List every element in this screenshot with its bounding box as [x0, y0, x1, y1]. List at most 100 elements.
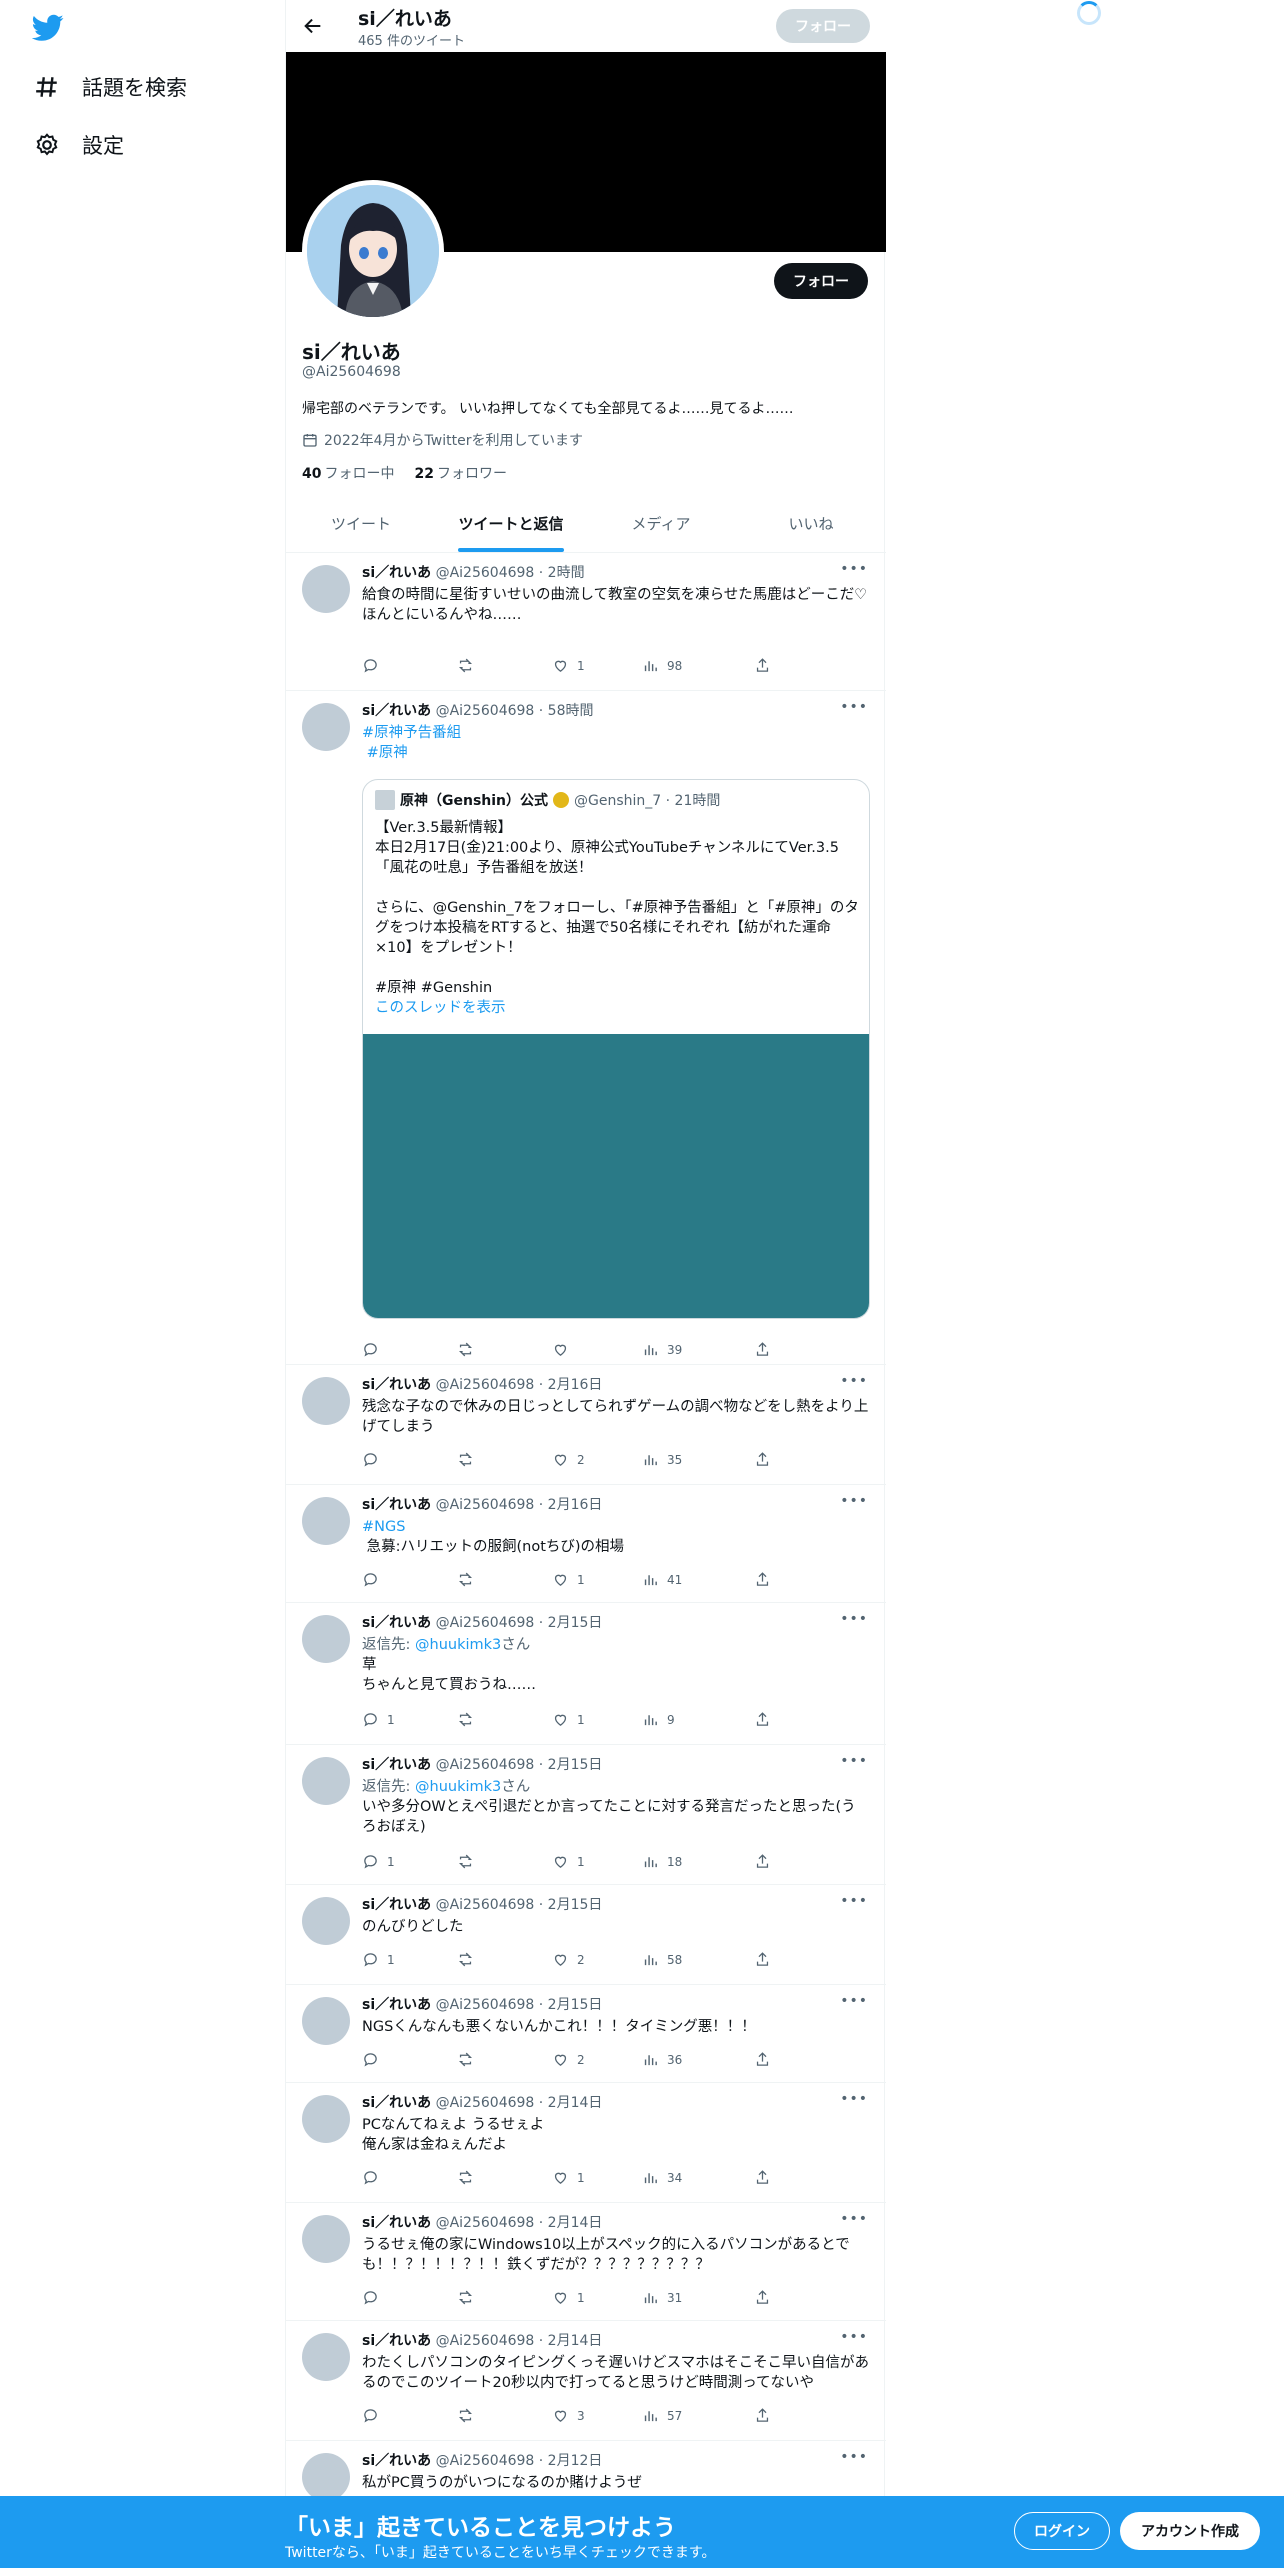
reply-button[interactable] — [362, 1341, 387, 1358]
share-button[interactable] — [754, 2407, 771, 2424]
reply-button[interactable] — [362, 2051, 387, 2068]
like-button[interactable]: 2 — [552, 1951, 585, 1968]
tweet[interactable]: si／れいあ @Ai25604698 · 2月15日 ••• 返信先: @huu… — [286, 1603, 886, 1745]
tweet[interactable]: si／れいあ @Ai25604698 · 2月14日 ••• PCなんてねぇよ … — [286, 2083, 886, 2203]
share-button[interactable] — [754, 1951, 771, 1968]
views-button[interactable]: 35 — [642, 1451, 682, 1468]
views-button[interactable]: 18 — [642, 1853, 682, 1870]
like-button[interactable]: 1 — [552, 2289, 585, 2306]
share-button[interactable] — [754, 2169, 771, 2186]
like-button[interactable]: 2 — [552, 2051, 585, 2068]
views-button[interactable]: 57 — [642, 2407, 682, 2424]
twitter-logo-icon[interactable] — [32, 14, 64, 42]
tweet[interactable]: si／れいあ @Ai25604698 · 2月15日 ••• NGSくんなんも悪… — [286, 1985, 886, 2083]
like-button[interactable]: 1 — [552, 2169, 585, 2186]
tweet[interactable]: si／れいあ @Ai25604698 · 2月16日 ••• #NGS 急募:ハ… — [286, 1485, 886, 1603]
retweet-button[interactable] — [457, 2407, 482, 2424]
tweet-author-name[interactable]: si／れいあ — [362, 2333, 431, 2349]
tweet-author-name[interactable]: si／れいあ — [362, 2215, 431, 2231]
reply-to-link[interactable]: @huukimk3 — [415, 1637, 501, 1653]
reply-button[interactable] — [362, 2289, 387, 2306]
tweet-avatar[interactable] — [302, 1757, 350, 1805]
tweet-avatar[interactable] — [302, 1997, 350, 2045]
tab-tweets-and-replies[interactable]: ツイートと返信 — [436, 499, 586, 552]
like-button[interactable] — [552, 1341, 577, 1358]
more-icon[interactable]: ••• — [840, 2211, 868, 2227]
reply-button[interactable] — [362, 1451, 387, 1468]
tweet-avatar[interactable] — [302, 1897, 350, 1945]
more-icon[interactable]: ••• — [840, 1893, 868, 1909]
nav-explore[interactable]: 話題を検索 — [34, 72, 187, 102]
signup-button[interactable]: アカウント作成 — [1120, 2512, 1260, 2550]
views-button[interactable]: 58 — [642, 1951, 682, 1968]
share-button[interactable] — [754, 1571, 771, 1588]
share-button[interactable] — [754, 1341, 771, 1358]
share-button[interactable] — [754, 1711, 771, 1728]
profile-avatar[interactable] — [302, 180, 444, 322]
header-follow-button[interactable]: フォロー — [776, 9, 870, 43]
more-icon[interactable]: ••• — [840, 1493, 868, 1509]
reply-button[interactable]: 1 — [362, 1711, 395, 1728]
more-icon[interactable]: ••• — [840, 2449, 868, 2465]
tweet-avatar[interactable] — [302, 1615, 350, 1663]
retweet-button[interactable] — [457, 1711, 482, 1728]
like-button[interactable]: 2 — [552, 1451, 585, 1468]
tweet-avatar[interactable] — [302, 1377, 350, 1425]
tweet[interactable]: si／れいあ @Ai25604698 · 2月15日 ••• のんびりどした 1… — [286, 1885, 886, 1985]
retweet-button[interactable] — [457, 1451, 482, 1468]
share-button[interactable] — [754, 657, 771, 674]
views-button[interactable]: 98 — [642, 657, 682, 674]
tweet-author-name[interactable]: si／れいあ — [362, 565, 431, 581]
tweet-author-name[interactable]: si／れいあ — [362, 1897, 431, 1913]
tweet-author-name[interactable]: si／れいあ — [362, 1757, 431, 1773]
tab-tweets[interactable]: ツイート — [286, 499, 436, 552]
retweet-button[interactable] — [457, 2289, 482, 2306]
more-icon[interactable]: ••• — [840, 2091, 868, 2107]
tweet[interactable]: si／れいあ @Ai25604698 · 2月16日 ••• 残念な子なので休み… — [286, 1365, 886, 1485]
tweet[interactable]: si／れいあ @Ai25604698 · 58時間 ••• #原神予告番組 #原… — [286, 691, 886, 1365]
like-button[interactable]: 1 — [552, 657, 585, 674]
more-icon[interactable]: ••• — [840, 2329, 868, 2345]
views-button[interactable]: 41 — [642, 1571, 682, 1588]
tweet-avatar[interactable] — [302, 2453, 350, 2501]
tab-media[interactable]: メディア — [586, 499, 736, 552]
tweet-avatar[interactable] — [302, 565, 350, 613]
quote-media[interactable] — [363, 1034, 869, 1318]
retweet-button[interactable] — [457, 657, 482, 674]
retweet-button[interactable] — [457, 2051, 482, 2068]
more-icon[interactable]: ••• — [840, 1611, 868, 1627]
retweet-button[interactable] — [457, 1951, 482, 1968]
back-arrow-icon[interactable] — [302, 15, 324, 37]
following-link[interactable]: 40 フォロー中 — [302, 463, 394, 483]
tweet-author-name[interactable]: si／れいあ — [362, 1615, 431, 1631]
more-icon[interactable]: ••• — [840, 561, 868, 577]
reply-button[interactable]: 1 — [362, 1951, 395, 1968]
more-icon[interactable]: ••• — [840, 1753, 868, 1769]
retweet-button[interactable] — [457, 2169, 482, 2186]
views-button[interactable]: 36 — [642, 2051, 682, 2068]
reply-to-link[interactable]: @huukimk3 — [415, 1779, 501, 1795]
nav-settings[interactable]: 設定 — [34, 130, 124, 160]
reply-button[interactable]: 1 — [362, 1853, 395, 1870]
more-icon[interactable]: ••• — [840, 1373, 868, 1389]
reply-button[interactable] — [362, 657, 387, 674]
like-button[interactable]: 1 — [552, 1711, 585, 1728]
tweet-avatar[interactable] — [302, 2095, 350, 2143]
tweet-author-name[interactable]: si／れいあ — [362, 2453, 431, 2469]
share-button[interactable] — [754, 2051, 771, 2068]
hashtag-link[interactable]: #原神 — [367, 745, 408, 761]
login-button[interactable]: ログイン — [1014, 2512, 1110, 2550]
views-button[interactable]: 31 — [642, 2289, 682, 2306]
reply-button[interactable] — [362, 2169, 387, 2186]
tweet-avatar[interactable] — [302, 2333, 350, 2381]
hashtag-link[interactable]: #NGS — [362, 1519, 405, 1535]
tweet[interactable]: si／れいあ @Ai25604698 · 2月14日 ••• うるせぇ俺の家にW… — [286, 2203, 886, 2321]
followers-link[interactable]: 22 フォロワー — [414, 463, 506, 483]
share-button[interactable] — [754, 1451, 771, 1468]
retweet-button[interactable] — [457, 1571, 482, 1588]
tab-likes[interactable]: いいね — [736, 499, 886, 552]
like-button[interactable]: 3 — [552, 2407, 585, 2424]
tweet-author-name[interactable]: si／れいあ — [362, 703, 431, 719]
views-button[interactable]: 39 — [642, 1341, 682, 1358]
reply-button[interactable] — [362, 1571, 387, 1588]
